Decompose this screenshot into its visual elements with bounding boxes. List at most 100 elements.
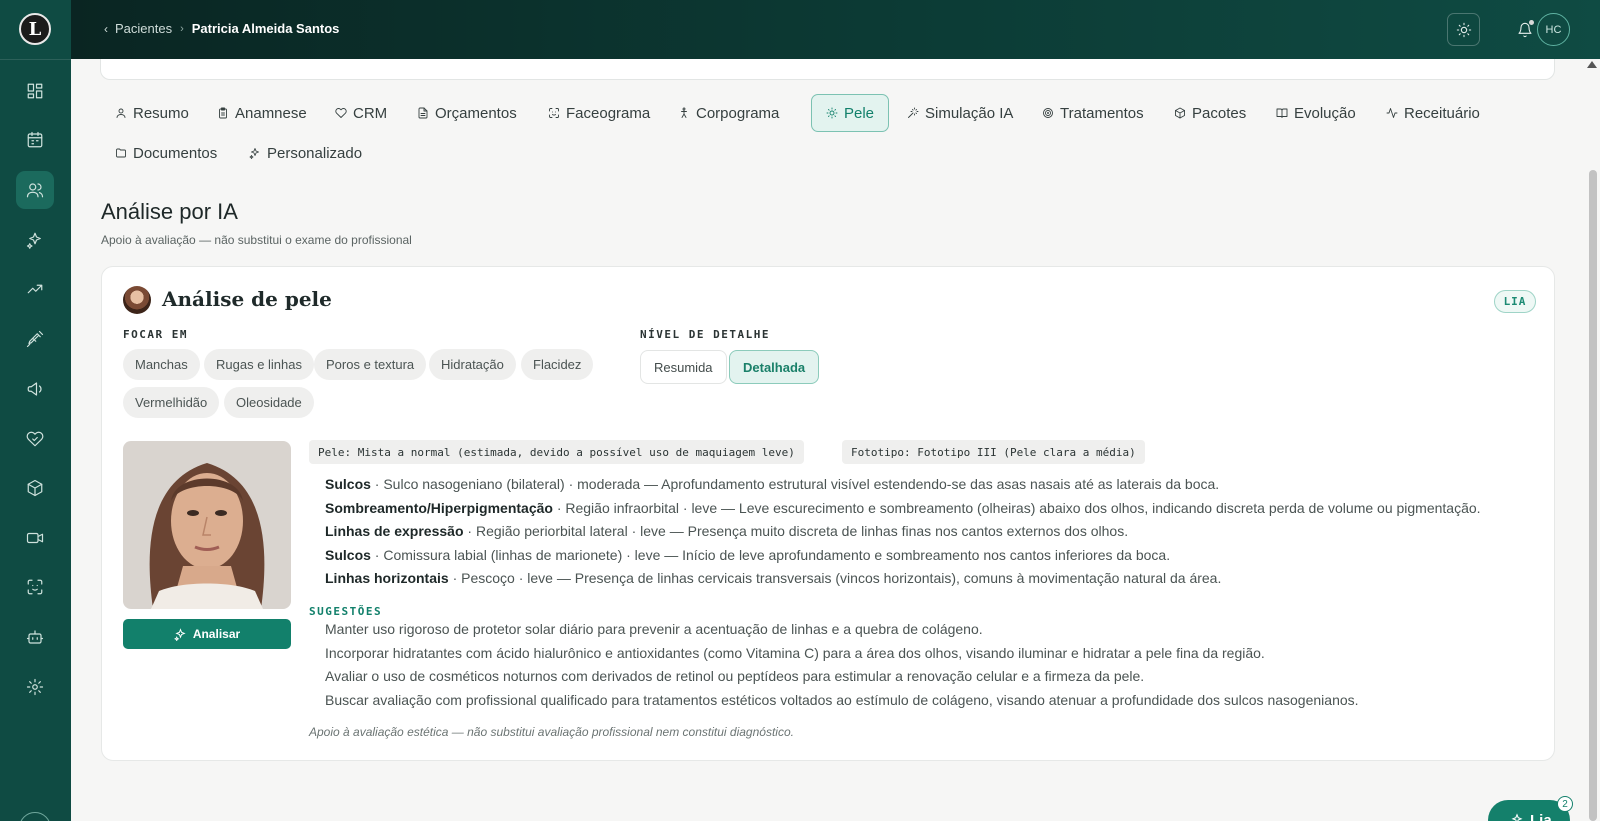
tab-label: Corpograma xyxy=(696,104,780,122)
sidebar-item-dashboard[interactable] xyxy=(16,72,54,110)
trending-up-icon xyxy=(27,284,43,294)
tab-label: Simulação IA xyxy=(925,104,1014,122)
patient-photo xyxy=(123,441,291,609)
sidebar-item-face-scan[interactable] xyxy=(16,568,54,606)
sidebar-item-patients[interactable] xyxy=(16,171,54,209)
focus-label: FOCAR EM xyxy=(123,328,188,341)
list-item: Sulcos · Sulco nasogeniano (bilateral) ·… xyxy=(325,476,1220,492)
sidebar-item-reports[interactable] xyxy=(16,270,54,308)
activity-icon xyxy=(1386,108,1398,118)
findings-list: Sulcos · Sulco nasogeniano (bilateral) ·… xyxy=(325,473,1525,591)
tab-label: Evolução xyxy=(1294,104,1356,122)
tab-label: Faceograma xyxy=(566,104,651,122)
list-item: Manter uso rigoroso de protetor solar di… xyxy=(325,621,983,637)
tab-label: CRM xyxy=(353,104,388,122)
patients-icon xyxy=(26,183,44,198)
breadcrumb: ‹ Pacientes › Patricia Almeida Santos xyxy=(104,21,339,36)
tab-label: Tratamentos xyxy=(1060,104,1144,122)
list-item: Sulcos · Comissura labial (linhas de mar… xyxy=(325,546,1171,563)
breadcrumb-current: Patricia Almeida Santos xyxy=(191,21,340,36)
detail-level-label: NÍVEL DE DETALHE xyxy=(640,328,770,341)
tab-pacotes[interactable]: Pacotes xyxy=(1160,94,1260,132)
tab-simulacao-ia[interactable]: Simulação IA xyxy=(893,94,1027,132)
sidebar-item-ai[interactable] xyxy=(16,221,54,259)
tab-receituario[interactable]: Receituário xyxy=(1372,94,1494,132)
sidebar-item-procedures[interactable] xyxy=(16,320,54,358)
tab-label: Documentos xyxy=(133,144,218,162)
sidebar-item-video[interactable] xyxy=(16,519,54,557)
lia-badge: LIA xyxy=(1494,290,1536,313)
sidebar-item-marketing[interactable] xyxy=(16,370,54,408)
package-icon xyxy=(1175,107,1185,119)
tab-resumo[interactable]: Resumo xyxy=(101,94,203,132)
dashboard-icon xyxy=(27,83,43,99)
package-icon xyxy=(27,479,43,497)
sparkles-icon xyxy=(173,627,186,641)
bot-icon xyxy=(26,630,44,644)
heart-handshake-icon xyxy=(26,431,44,447)
suggestions-list: Manter uso rigoroso de protetor solar di… xyxy=(325,618,1525,712)
focus-chip-manchas[interactable]: Manchas xyxy=(123,349,200,380)
tab-label: Receituário xyxy=(1404,104,1480,122)
scroll-up-arrow[interactable] xyxy=(1587,61,1597,68)
tab-personalizado[interactable]: Personalizado xyxy=(235,134,376,172)
tab-anamnese[interactable]: Anamnese xyxy=(203,94,321,132)
settings-icon xyxy=(26,678,44,696)
sidebar-item-packages[interactable] xyxy=(16,469,54,507)
sidebar-item-assistant[interactable] xyxy=(16,618,54,656)
list-item: Incorporar hidratantes com ácido hialurô… xyxy=(325,644,1265,661)
help-avatar[interactable] xyxy=(19,812,51,821)
skin-analysis-card: Análise de pele LIA FOCAR EM Manchas Rug… xyxy=(101,266,1555,761)
megaphone-icon xyxy=(27,382,42,396)
list-item: Buscar avaliação com profissional qualif… xyxy=(325,691,1359,708)
patient-face-image xyxy=(123,441,291,609)
lia-count-badge: 2 xyxy=(1557,796,1573,812)
section-subtitle: Apoio à avaliação — não substitui o exam… xyxy=(101,233,412,247)
tab-tratamentos[interactable]: Tratamentos xyxy=(1028,94,1158,132)
chevron-left-icon[interactable]: ‹ xyxy=(104,22,108,36)
breadcrumb-patients-link[interactable]: Pacientes xyxy=(115,21,172,36)
assistant-avatar xyxy=(123,286,151,314)
list-item: Linhas de expressão · Região periorbital… xyxy=(325,523,1129,539)
suggestions-label: SUGESTÕES xyxy=(309,605,383,618)
focus-chip-vermelhidao[interactable]: Vermelhidão xyxy=(123,387,220,418)
sidebar-item-calendar[interactable] xyxy=(16,121,54,159)
sidebar: L xyxy=(0,0,71,821)
patient-header-card xyxy=(100,59,1555,80)
focus-chip-rugas[interactable]: Rugas e linhas xyxy=(204,349,314,380)
sidebar-item-settings[interactable] xyxy=(16,668,54,706)
sun-icon xyxy=(826,107,838,119)
user-icon xyxy=(116,108,126,118)
focus-chip-hidratacao[interactable]: Hidratação xyxy=(429,349,516,380)
face-scan-icon xyxy=(27,579,43,595)
sparkles-icon xyxy=(1511,813,1523,821)
tab-faceograma[interactable]: Faceograma xyxy=(534,94,664,132)
user-avatar[interactable]: HC xyxy=(1537,13,1570,46)
focus-chip-oleosidade[interactable]: Oleosidade xyxy=(224,387,314,418)
tab-corpograma[interactable]: Corpograma xyxy=(664,94,793,132)
skin-type-tag: Pele: Mista a normal (estimada, devido a… xyxy=(309,440,804,464)
focus-chip-flacidez[interactable]: Flacidez xyxy=(521,349,594,380)
sidebar-item-crm[interactable] xyxy=(16,420,54,458)
list-item: Avaliar o uso de cosméticos noturnos com… xyxy=(325,668,1145,684)
detail-option-detalhada[interactable]: Detalhada xyxy=(729,350,820,384)
tab-label: Pele xyxy=(844,104,875,122)
heart-icon xyxy=(335,108,347,118)
analyze-button[interactable]: Analisar xyxy=(123,619,291,649)
tab-crm[interactable]: CRM xyxy=(321,94,401,132)
face-scan-icon xyxy=(549,108,559,118)
detail-option-resumida[interactable]: Resumida xyxy=(640,350,727,384)
folder-icon xyxy=(116,148,126,158)
scrollbar-thumb[interactable] xyxy=(1589,170,1597,821)
syringe-icon xyxy=(26,330,44,348)
video-icon xyxy=(26,532,44,544)
tab-documentos[interactable]: Documentos xyxy=(101,134,231,172)
tab-pele[interactable]: Pele xyxy=(811,94,890,132)
theme-toggle-button[interactable] xyxy=(1447,13,1480,46)
focus-chip-poros[interactable]: Poros e textura xyxy=(314,349,427,380)
tab-evolucao[interactable]: Evolução xyxy=(1262,94,1370,132)
tab-orcamentos[interactable]: Orçamentos xyxy=(403,94,531,132)
file-icon xyxy=(418,107,428,119)
tab-label: Pacotes xyxy=(1192,104,1247,122)
app-logo[interactable]: L xyxy=(19,13,51,45)
